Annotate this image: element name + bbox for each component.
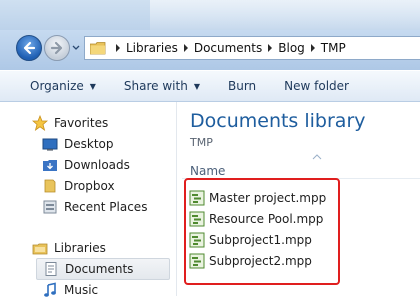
breadcrumb-chevron-icon[interactable] bbox=[307, 40, 319, 56]
column-header-name[interactable]: Name bbox=[190, 164, 225, 178]
nav-libraries[interactable]: Libraries bbox=[32, 237, 106, 259]
breadcrumb: Libraries Documents Blog TMP bbox=[112, 40, 348, 56]
mpp-file-icon bbox=[189, 190, 205, 206]
nav-dropbox-label: Dropbox bbox=[64, 179, 115, 193]
recent-pages-chevron-down-icon[interactable] bbox=[72, 44, 80, 52]
mpp-file-icon bbox=[189, 253, 205, 269]
libraries-icon bbox=[32, 240, 48, 256]
sort-caret-icon bbox=[312, 154, 322, 160]
folder-icon bbox=[89, 41, 106, 55]
organize-label: Organize bbox=[30, 79, 84, 93]
desktop-icon bbox=[42, 136, 58, 152]
file-item[interactable]: Resource Pool.mpp bbox=[189, 209, 323, 229]
downloads-folder-icon bbox=[42, 157, 58, 173]
nav-downloads-label: Downloads bbox=[64, 158, 130, 172]
file-item[interactable]: Subproject1.mpp bbox=[189, 230, 312, 250]
share-with-button[interactable]: Share with ▼ bbox=[110, 71, 214, 101]
chevron-down-icon: ▼ bbox=[193, 81, 200, 91]
new-folder-label: New folder bbox=[284, 79, 349, 93]
nav-favorites[interactable]: Favorites bbox=[31, 112, 109, 134]
nav-downloads[interactable]: Downloads bbox=[42, 154, 130, 176]
breadcrumb-blog[interactable]: Blog bbox=[276, 41, 307, 55]
nav-documents-label: Documents bbox=[65, 262, 134, 276]
breadcrumb-tmp[interactable]: TMP bbox=[319, 41, 348, 55]
nav-desktop[interactable]: Desktop bbox=[42, 133, 114, 155]
nav-libraries-label: Libraries bbox=[54, 241, 106, 255]
navigation-bar: Libraries Documents Blog TMP bbox=[0, 30, 420, 70]
chevron-down-icon: ▼ bbox=[89, 81, 96, 91]
breadcrumb-chevron-icon[interactable] bbox=[112, 40, 124, 56]
window-title-bar bbox=[0, 0, 420, 30]
file-name: Subproject1.mpp bbox=[209, 233, 312, 247]
documents-icon bbox=[43, 261, 59, 277]
nav-documents[interactable]: Documents bbox=[36, 258, 170, 280]
organize-button[interactable]: Organize ▼ bbox=[0, 71, 110, 101]
burn-button[interactable]: Burn bbox=[214, 71, 270, 101]
address-bar[interactable]: Libraries Documents Blog TMP bbox=[84, 36, 420, 60]
breadcrumb-documents[interactable]: Documents bbox=[192, 41, 264, 55]
file-name: Subproject2.mpp bbox=[209, 254, 312, 268]
star-icon bbox=[31, 114, 49, 131]
nav-desktop-label: Desktop bbox=[64, 137, 114, 151]
dropbox-folder-icon bbox=[42, 178, 58, 194]
back-arrow-icon bbox=[23, 41, 36, 55]
back-button[interactable] bbox=[16, 35, 42, 61]
breadcrumb-chevron-icon[interactable] bbox=[264, 40, 276, 56]
forward-arrow-icon bbox=[50, 41, 63, 55]
forward-button[interactable] bbox=[44, 35, 70, 61]
background-window-ghost bbox=[150, 0, 420, 30]
recent-places-icon bbox=[42, 199, 58, 215]
breadcrumb-libraries[interactable]: Libraries bbox=[124, 41, 180, 55]
navigation-pane: Favorites Desktop Downloads Dropbox Rece… bbox=[0, 102, 177, 297]
new-folder-button[interactable]: New folder bbox=[270, 71, 363, 101]
breadcrumb-chevron-icon[interactable] bbox=[180, 40, 192, 56]
nav-recent-places[interactable]: Recent Places bbox=[42, 196, 147, 218]
nav-music-label: Music bbox=[64, 283, 99, 297]
file-name: Master project.mpp bbox=[209, 191, 327, 205]
file-item[interactable]: Subproject2.mpp bbox=[189, 251, 312, 271]
nav-dropbox[interactable]: Dropbox bbox=[42, 175, 115, 197]
mpp-file-icon bbox=[189, 232, 205, 248]
file-item[interactable]: Master project.mpp bbox=[189, 188, 326, 208]
content-pane: Documents library TMP Name Master projec… bbox=[177, 102, 420, 296]
burn-label: Burn bbox=[227, 79, 257, 93]
nav-recent-places-label: Recent Places bbox=[64, 200, 148, 214]
nav-music[interactable]: Music bbox=[42, 279, 98, 301]
library-subtitle: TMP bbox=[190, 136, 213, 149]
mpp-file-icon bbox=[189, 211, 205, 227]
command-bar: Organize ▼ Share with ▼ Burn New folder bbox=[0, 70, 420, 102]
share-with-label: Share with bbox=[123, 79, 188, 93]
file-name: Resource Pool.mpp bbox=[209, 212, 324, 226]
nav-favorites-label: Favorites bbox=[54, 116, 109, 130]
library-title: Documents library bbox=[190, 110, 366, 132]
